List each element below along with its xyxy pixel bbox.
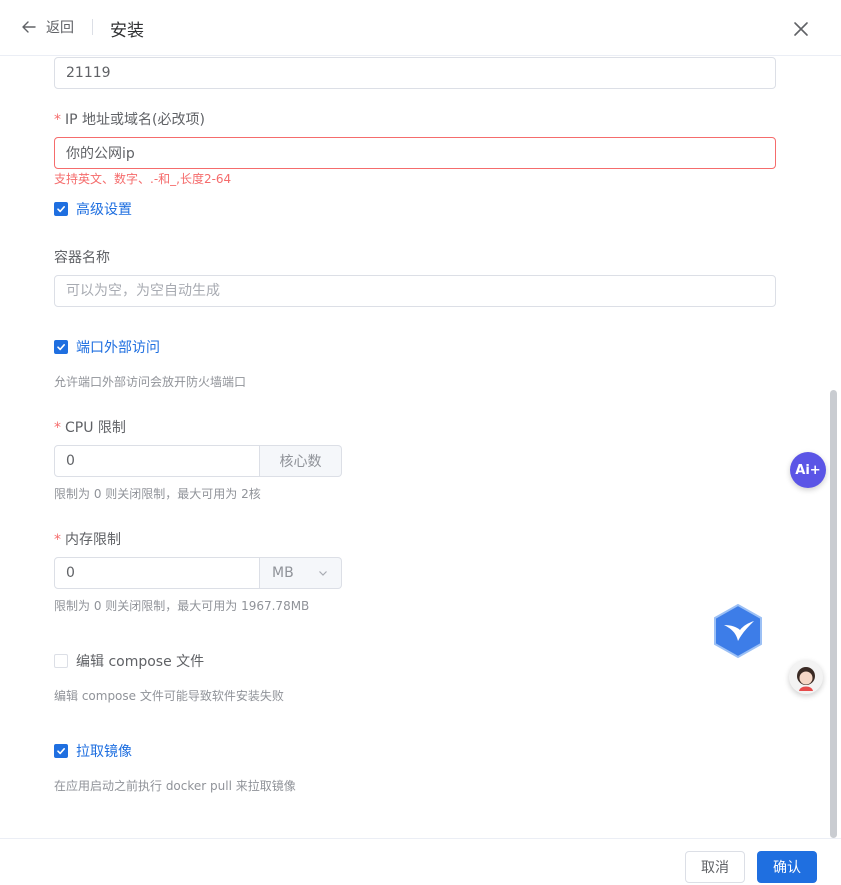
advanced-settings-checkbox[interactable]: 高级设置 bbox=[54, 199, 132, 219]
memory-limit-group: MB bbox=[54, 557, 342, 589]
pull-image-checkbox[interactable]: 拉取镜像 bbox=[54, 741, 132, 761]
required-mark: * bbox=[54, 420, 61, 436]
required-mark: * bbox=[54, 112, 61, 128]
memory-limit-label: * 内存限制 bbox=[54, 532, 121, 548]
required-mark: * bbox=[54, 532, 61, 548]
cpu-limit-group: 核心数 bbox=[54, 445, 342, 477]
pull-image-hint: 在应用启动之前执行 docker pull 来拉取镜像 bbox=[54, 779, 296, 793]
bird-logo-icon[interactable] bbox=[712, 603, 764, 659]
header-divider bbox=[92, 19, 93, 35]
memory-unit-value: MB bbox=[272, 565, 294, 581]
dialog-footer: 取消 确认 bbox=[0, 838, 841, 885]
port-external-checkbox[interactable]: 端口外部访问 bbox=[54, 337, 160, 357]
edit-compose-hint: 编辑 compose 文件可能导致软件安装失败 bbox=[54, 689, 284, 703]
port-input[interactable] bbox=[54, 57, 776, 89]
scrollbar[interactable] bbox=[830, 390, 837, 838]
checkbox-checked-icon bbox=[54, 202, 68, 216]
dialog-header: 返回 安装 bbox=[0, 0, 841, 56]
cpu-limit-input[interactable] bbox=[54, 445, 260, 477]
edit-compose-label: 编辑 compose 文件 bbox=[76, 654, 205, 670]
port-external-hint: 允许端口外部访问会放开防火墙端口 bbox=[54, 375, 247, 389]
ai-assistant-button[interactable]: Ai+ bbox=[790, 452, 826, 488]
container-name-label: 容器名称 bbox=[54, 250, 110, 266]
back-button[interactable]: 返回 bbox=[20, 17, 74, 37]
checkbox-checked-icon bbox=[54, 340, 68, 354]
advanced-settings-label: 高级设置 bbox=[76, 202, 132, 218]
avatar[interactable] bbox=[789, 660, 823, 694]
ip-address-input[interactable] bbox=[54, 137, 776, 169]
close-icon[interactable] bbox=[790, 18, 812, 40]
ip-error-message: 支持英文、数字、.-和_,长度2-64 bbox=[54, 172, 232, 186]
avatar-icon bbox=[789, 660, 823, 694]
cancel-button[interactable]: 取消 bbox=[685, 851, 745, 883]
cpu-limit-hint: 限制为 0 则关闭限制，最大可用为 2核 bbox=[54, 487, 261, 501]
page-title: 安装 bbox=[110, 21, 144, 41]
port-external-label: 端口外部访问 bbox=[76, 340, 160, 356]
checkbox-unchecked-icon bbox=[54, 654, 68, 668]
container-name-input[interactable] bbox=[54, 275, 776, 307]
back-label: 返回 bbox=[46, 20, 74, 36]
ai-label: Ai+ bbox=[795, 462, 821, 478]
cpu-limit-label: * CPU 限制 bbox=[54, 420, 126, 436]
confirm-button[interactable]: 确认 bbox=[757, 851, 817, 883]
checkbox-checked-icon bbox=[54, 744, 68, 758]
chevron-down-icon bbox=[319, 571, 327, 576]
edit-compose-checkbox[interactable]: 编辑 compose 文件 bbox=[54, 651, 204, 671]
memory-limit-hint: 限制为 0 则关闭限制，最大可用为 1967.78MB bbox=[54, 599, 310, 613]
memory-unit-select[interactable]: MB bbox=[260, 557, 342, 589]
cpu-unit-label: 核心数 bbox=[260, 445, 342, 477]
arrow-left-icon bbox=[22, 21, 36, 33]
pull-image-label: 拉取镜像 bbox=[76, 744, 132, 760]
ip-field-label: * IP 地址或域名(必改项) bbox=[54, 112, 205, 128]
memory-limit-input[interactable] bbox=[54, 557, 260, 589]
